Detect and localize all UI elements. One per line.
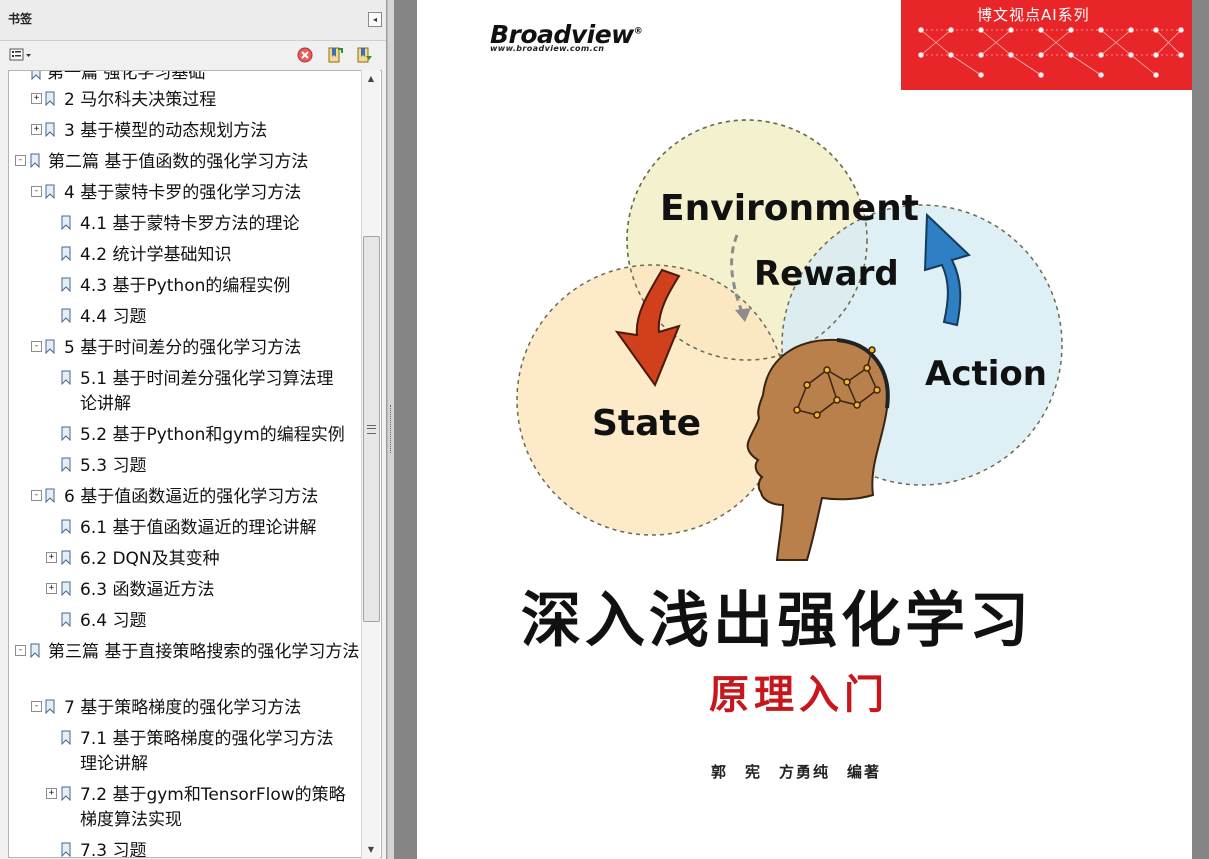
bookmark-label: 7.3 习题 bbox=[80, 841, 147, 858]
bookmark-label: 4 基于蒙特卡罗的强化学习方法 bbox=[64, 183, 302, 203]
bookmarks-panel: 书签 ◂ 第一篇 强化学习基础 + 2 马尔科夫决策过程 + 3 基于模型的动态… bbox=[0, 0, 387, 859]
bookmark-label: 4.3 基于Python的编程实例 bbox=[80, 276, 291, 296]
book-subtitle: 原理入门 bbox=[709, 672, 889, 718]
collapse-toggle[interactable]: - bbox=[15, 155, 26, 166]
bookmark-label: 7.2 基于gym和TensorFlow的策略梯度算法实现 bbox=[80, 785, 346, 830]
panel-splitter[interactable] bbox=[387, 0, 394, 859]
scrollbar-thumb[interactable] bbox=[363, 236, 380, 622]
book-authors: 郭 宪 方勇纯 编著 bbox=[711, 763, 882, 781]
bookmark-tree: 第一篇 强化学习基础 + 2 马尔科夫决策过程 + 3 基于模型的动态规划方法 … bbox=[8, 70, 382, 858]
bookmark-icon bbox=[61, 308, 71, 324]
bookmark-label: 2 马尔科夫决策过程 bbox=[64, 90, 217, 110]
bookmark-icon bbox=[61, 581, 71, 597]
bookmark-icon bbox=[61, 519, 71, 535]
bookmark-icon bbox=[61, 612, 71, 628]
head-silhouette-icon bbox=[746, 338, 889, 561]
splitter-grip-icon bbox=[390, 405, 393, 453]
collapse-toggle[interactable]: - bbox=[31, 490, 42, 501]
bookmark-label: 4.2 统计学基础知识 bbox=[80, 245, 232, 265]
bookmark-icon bbox=[45, 339, 55, 355]
expand-toggle[interactable]: + bbox=[31, 124, 42, 135]
bookmark-icon bbox=[45, 91, 55, 107]
environment-label: Environment bbox=[660, 188, 919, 229]
reward-label: Reward bbox=[754, 254, 899, 294]
bookmark-label: 5.3 习题 bbox=[80, 456, 147, 476]
bookmark-label: 第三篇 基于直接策略搜索的强化学习方法 bbox=[48, 642, 360, 662]
bookmarks-toolbar bbox=[0, 41, 386, 69]
bookmark-icon bbox=[61, 246, 71, 262]
panel-header: 书签 ◂ bbox=[0, 0, 386, 41]
bookmark-label: 4.1 基于蒙特卡罗方法的理论 bbox=[80, 214, 300, 234]
bookmark-label: 5.1 基于时间差分强化学习算法理论讲解 bbox=[80, 369, 334, 414]
bookmark-label: 6 基于值函数逼近的强化学习方法 bbox=[64, 487, 319, 507]
bookmark-icon bbox=[61, 842, 71, 857]
rl-diagram: Environment Reward Action State bbox=[516, 119, 1063, 561]
bookmark-label: 6.1 基于值函数逼近的理论讲解 bbox=[80, 518, 317, 538]
expand-toggle[interactable]: + bbox=[46, 583, 57, 594]
bookmark-label: 4.4 习题 bbox=[80, 307, 147, 327]
grip-icon bbox=[367, 425, 376, 434]
scroll-up-arrow-icon[interactable]: ▲ bbox=[362, 70, 380, 87]
collapse-toggle[interactable]: - bbox=[31, 341, 42, 352]
collapse-panel-button[interactable]: ◂ bbox=[368, 12, 382, 27]
bookmark-icon bbox=[30, 153, 40, 169]
bookmark-icon bbox=[61, 215, 71, 231]
expand-bookmark-icon[interactable] bbox=[356, 47, 374, 63]
delete-bookmark-icon[interactable] bbox=[297, 47, 313, 63]
bookmark-icon bbox=[45, 122, 55, 138]
scroll-down-arrow-icon[interactable]: ▼ bbox=[362, 841, 380, 858]
bookmark-label: 6.2 DQN及其变种 bbox=[80, 549, 220, 569]
bookmark-icon bbox=[45, 488, 55, 504]
registered-mark: ® bbox=[633, 26, 643, 37]
bookmark-icon bbox=[61, 730, 71, 746]
bookmark-icon bbox=[31, 71, 41, 81]
expand-toggle[interactable]: + bbox=[31, 93, 42, 104]
collapse-toggle[interactable]: - bbox=[31, 701, 42, 712]
pdf-page: Broadview® www.broadview.com.cn 博文视点AI系列… bbox=[417, 0, 1192, 859]
bookmark-label: 7.1 基于策略梯度的强化学习方法理论讲解 bbox=[80, 729, 334, 774]
viewer-background bbox=[1193, 0, 1209, 859]
publisher-url: www.broadview.com.cn bbox=[490, 44, 605, 53]
bookmark-label: 6.4 习题 bbox=[80, 611, 147, 631]
bookmark-label: 第二篇 基于值函数的强化学习方法 bbox=[48, 152, 309, 172]
bookmarks-scrollbar[interactable]: ▲ ▼ bbox=[361, 70, 380, 858]
state-label: State bbox=[592, 403, 701, 444]
bookmark-icon bbox=[61, 370, 71, 386]
bookmark-label: 7 基于策略梯度的强化学习方法 bbox=[64, 698, 302, 718]
collapse-toggle[interactable]: - bbox=[15, 645, 26, 656]
bookmark-label: 3 基于模型的动态规划方法 bbox=[64, 121, 268, 141]
options-menu-icon[interactable] bbox=[9, 47, 34, 63]
bookmark-icon bbox=[61, 457, 71, 473]
bookmark-label: 6.3 函数逼近方法 bbox=[80, 580, 215, 600]
expand-toggle[interactable]: + bbox=[46, 788, 57, 799]
bookmark-icon bbox=[45, 184, 55, 200]
bookmark-icon bbox=[45, 699, 55, 715]
new-bookmark-icon[interactable] bbox=[326, 47, 344, 63]
panel-title: 书签 bbox=[8, 12, 33, 26]
bookmark-icon bbox=[61, 550, 71, 566]
collapse-toggle[interactable]: - bbox=[31, 186, 42, 197]
bookmark-icon bbox=[61, 277, 71, 293]
bookmark-label: 5.2 基于Python和gym的编程实例 bbox=[80, 425, 345, 445]
series-label: 博文视点AI系列 bbox=[977, 6, 1090, 24]
expand-toggle[interactable]: + bbox=[46, 552, 57, 563]
action-label: Action bbox=[925, 354, 1047, 394]
bookmark-label: 第一篇 强化学习基础 bbox=[47, 70, 206, 83]
bookmark-icon bbox=[30, 643, 40, 659]
bookmark-icon bbox=[61, 786, 71, 802]
book-title: 深入浅出强化学习 bbox=[521, 586, 1033, 656]
bookmark-label: 5 基于时间差分的强化学习方法 bbox=[64, 338, 302, 358]
bookmark-icon bbox=[61, 426, 71, 442]
